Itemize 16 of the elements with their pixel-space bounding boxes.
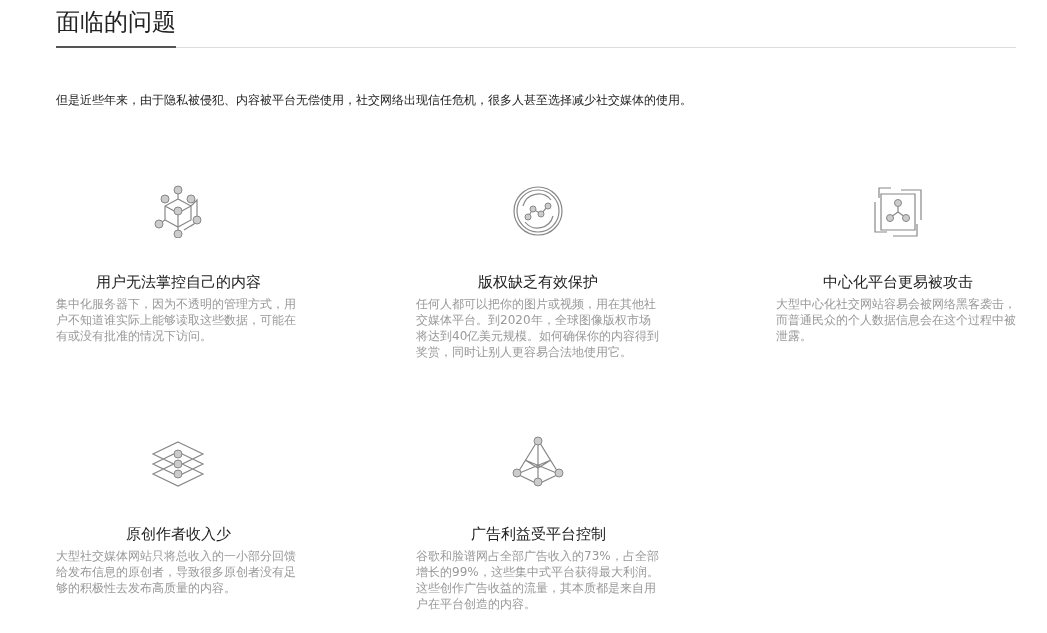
card-title: 原创作者收入少: [124, 524, 232, 544]
chart-in-circle-icon: [511, 184, 565, 238]
nodes-in-frame-icon: [871, 184, 925, 238]
card-description: 任何人都可以把你的图片或视频，用在其他社交媒体平台。到2020年，全球图像版权市场将达到40亿美元规模。如何确保你的内容得到奖赏，同时让别人更容易合法地使用它。: [416, 296, 660, 360]
card-title: 版权缺乏有效保护: [477, 272, 599, 292]
network-cube-icon: [151, 184, 205, 238]
section-heading: 面临的问题: [56, 6, 176, 48]
card-title: 广告利益受平台控制: [469, 524, 607, 544]
intro-text: 但是近些年来，由于隐私被侵犯、内容被平台无偿使用，社交网络出现信任危机，很多人甚至选择减少社交媒体的使用。: [56, 92, 693, 108]
card-description: 谷歌和脸谱网占全部广告收入的73%，占全部增长的99%，这些集中式平台获得最大利润。这些创作广告收益的流量，其本质都是来自用户在平台创造的内容。: [416, 548, 660, 612]
pyramid-icon: [511, 436, 565, 490]
card-title: 用户无法掌控自己的内容: [94, 272, 262, 292]
card-title: 中心化平台更易被攻击: [822, 272, 974, 292]
card-description: 大型中心化社交网站容易会被网络黑客袭击，而普通民众的个人数据信息会在这个过程中被泄露。: [776, 296, 1017, 344]
card-description: 大型社交媒体网站只将总收入的一小部分回馈给发布信息的原创者，导致很多原创者没有足够的积极性去发布高质量的内容。: [56, 548, 297, 596]
card-description: 集中化服务器下，因为不透明的管理方式，用户不知道谁实际上能够读取这些数据，可能在有或没有批准的情况下访问。: [56, 296, 297, 344]
